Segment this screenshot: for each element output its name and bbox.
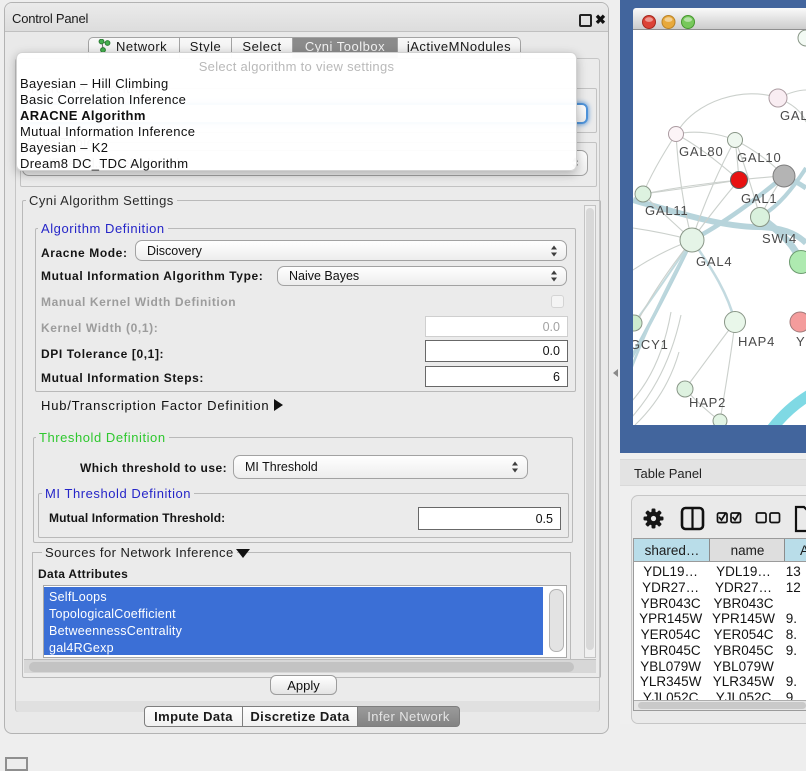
svg-text:GAL11: GAL11 [645, 203, 689, 218]
svg-text:GAL80: GAL80 [679, 144, 723, 159]
svg-text:SWI4: SWI4 [762, 231, 797, 246]
svg-text:GAL4: GAL4 [696, 254, 732, 269]
svg-text:GAL10: GAL10 [737, 150, 781, 165]
svg-text:GAL: GAL [780, 108, 806, 123]
svg-text:HAP2: HAP2 [689, 395, 726, 410]
svg-text:GAL1: GAL1 [741, 191, 777, 206]
svg-text:Y: Y [796, 334, 805, 349]
svg-text:HAP4: HAP4 [738, 334, 775, 349]
svg-text:GCY1: GCY1 [633, 337, 669, 352]
